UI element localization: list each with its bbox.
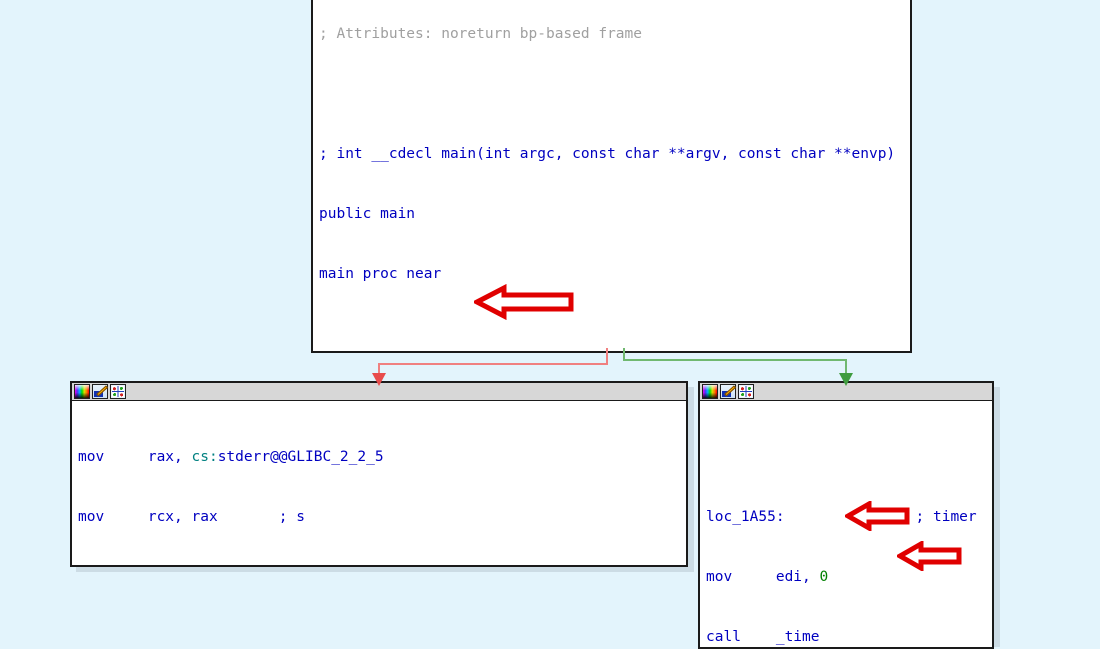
code-segment: cs: [191,449,218,465]
code-line: call _time [706,627,992,647]
code-line: main proc near [319,264,910,284]
code-segment: mov [78,449,148,465]
code-segment: main proc near [319,266,442,282]
graph-icon[interactable] [738,384,754,399]
edit-icon[interactable] [92,384,108,399]
code-segment: ; s [217,509,305,525]
code-segment: ; int __cdecl main(int argc, const char … [319,146,896,162]
code-line: mov rax, cs:stderr@@GLIBC_2_2_5 [78,447,686,467]
false-block-code: mov rax, cs:stderr@@GLIBC_2_2_5 mov rcx,… [72,401,686,565]
code-segment: mov [706,569,776,585]
main-entry-block[interactable]: ; Attributes: noreturn bp-based frame ; … [311,0,912,353]
code-line [319,84,910,104]
code-line [706,447,992,467]
graph-icon[interactable] [110,384,126,399]
graph-canvas[interactable]: ; Attributes: noreturn bp-based frame ; … [0,0,1100,649]
code-segment: ; timer [784,509,977,525]
code-segment: rcx, rax [147,509,218,525]
code-line [319,324,910,344]
true-block-code: loc_1A55: ; timer mov edi, 0 call _time … [700,401,992,647]
code-label: loc_1A55: [706,509,785,525]
edit-icon[interactable] [720,384,736,399]
code-line: ; int __cdecl main(int argc, const char … [319,144,910,164]
code-line: loc_1A55: ; timer [706,507,992,527]
palette-icon[interactable] [702,384,718,399]
palette-icon[interactable] [74,384,90,399]
code-line: ; Attributes: noreturn bp-based frame [319,24,910,44]
root-path-block[interactable]: loc_1A55: ; timer mov edi, 0 call _time … [698,381,994,649]
code-segment: public main [319,206,416,222]
code-line: mov rcx, rax ; s [78,507,686,527]
code-segment: edi, [775,569,820,585]
code-segment: stderr@@GLIBC_2_2_5 [217,449,384,465]
code-line: public main [319,204,910,224]
node-titlebar[interactable] [72,383,686,401]
code-segment: ; Attributes: noreturn bp-based frame [319,26,643,42]
code-segment: 0 [819,569,829,585]
code-line: mov edi, 0 [706,567,992,587]
code-segment[interactable]: _time [776,629,820,645]
not-root-error-block[interactable]: mov rax, cs:stderr@@GLIBC_2_2_5 mov rcx,… [70,381,688,567]
code-segment: mov [78,509,148,525]
node-titlebar[interactable] [700,383,992,401]
code-segment: rax, [147,449,192,465]
code-segment: call [706,629,776,645]
entry-block-code: ; Attributes: noreturn bp-based frame ; … [313,0,910,351]
